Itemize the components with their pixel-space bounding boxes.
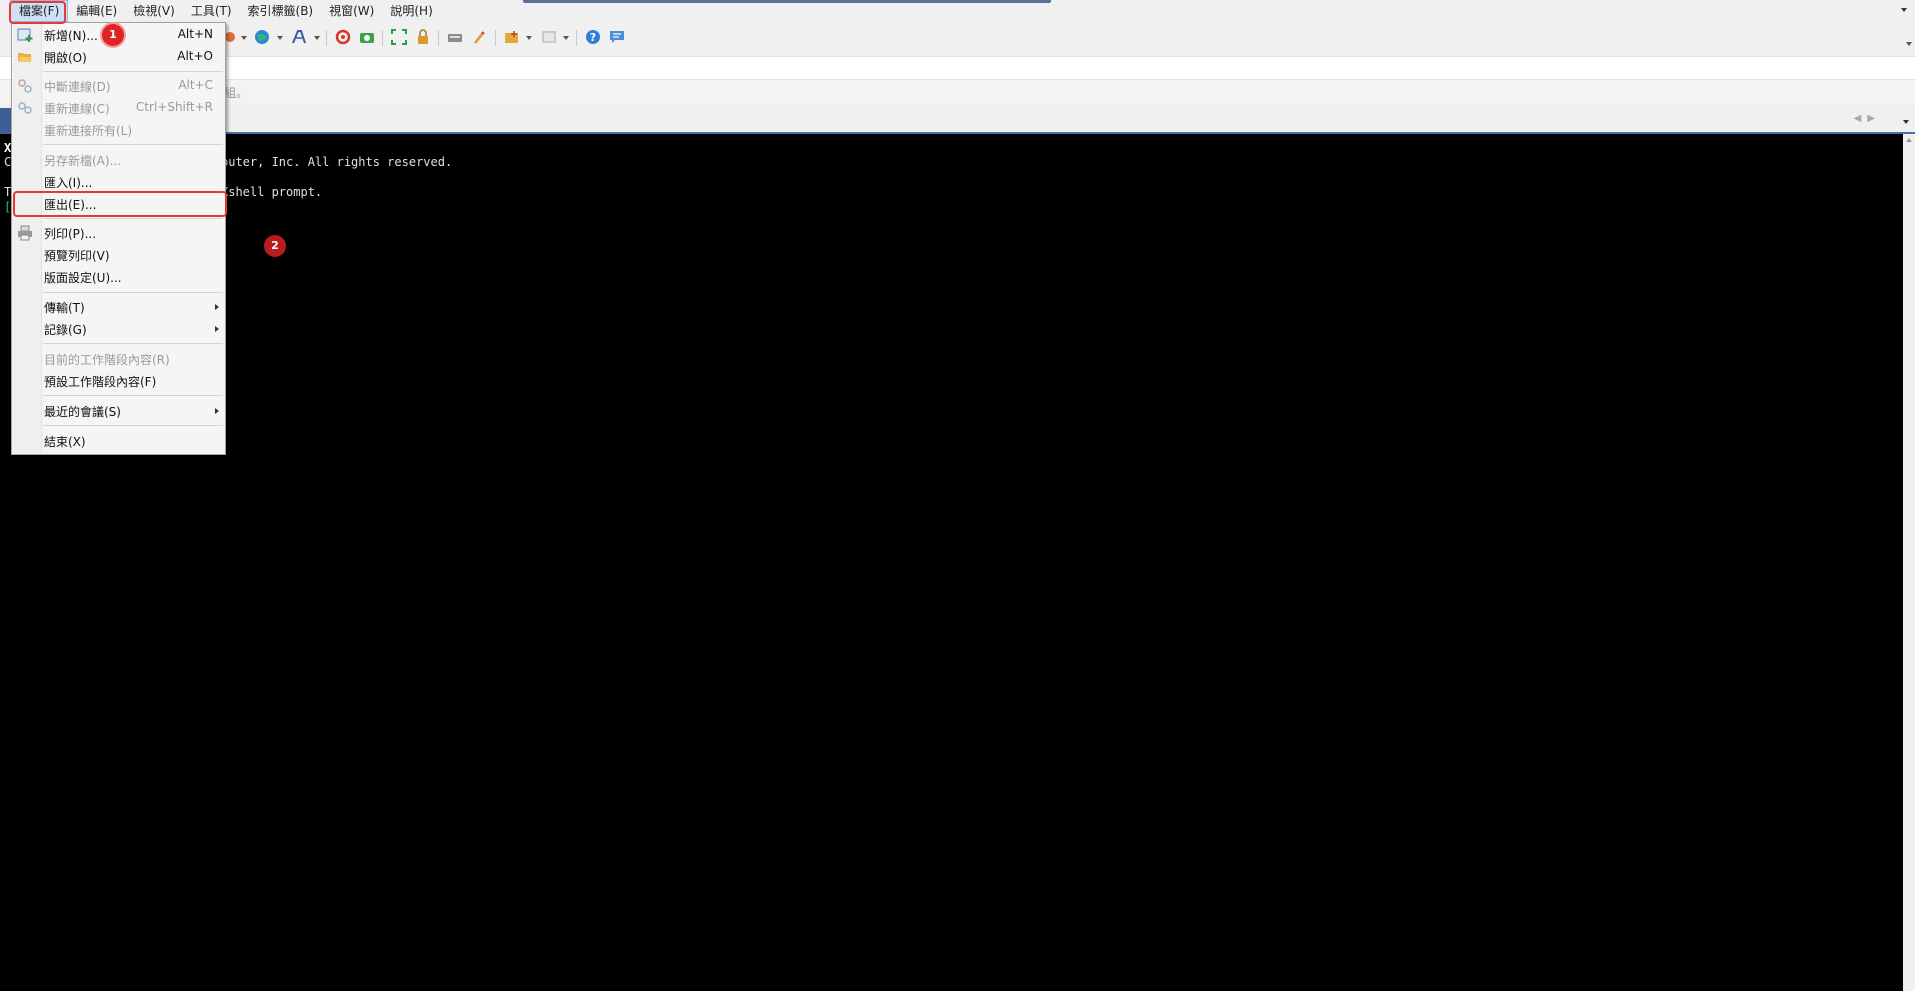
new-session-icon [17,28,33,42]
keyboard-icon[interactable] [447,29,463,45]
globe-dropdown-icon[interactable] [277,36,283,40]
menu-tabs[interactable]: 索引標籤(B) [240,0,322,22]
session-tab-bar [0,108,1915,134]
printer-icon [18,225,32,241]
new-tab-group-icon[interactable] [504,29,520,45]
menu-separator [43,218,223,219]
menu-item-import[interactable]: 匯入(I)... [13,171,224,193]
menu-window[interactable]: 視窗(W) [321,0,382,22]
vertical-scrollbar[interactable] [1903,134,1915,991]
chat-icon[interactable] [609,29,625,45]
highlight-export-item [13,191,227,217]
terminal-line: puter, Inc. All rights reserved. [221,155,453,169]
menu-item-print-preview[interactable]: 預覽列印(V) [13,244,224,266]
hint-text: 組。 [224,86,249,100]
help-icon[interactable]: ? [585,29,601,45]
menu-help[interactable]: 說明(H) [382,0,440,22]
tab-list-dropdown-icon[interactable] [1903,120,1909,124]
menu-bar: 檔案(F) 編輯(E) 檢視(V) 工具(T) 索引標籤(B) 視窗(W) 說明… [0,0,1915,22]
folder-open-icon [18,53,32,62]
menu-item-exit[interactable]: 結束(X) [13,430,224,452]
menu-item-transfer[interactable]: 傳輸(T) [13,296,224,318]
terminal-line: Xshell prompt. [221,185,323,199]
menu-item-default-session-properties[interactable]: 預設工作階段內容(F) [13,370,224,392]
lock-icon[interactable] [415,29,431,45]
font-icon[interactable] [291,29,307,45]
address-bar[interactable] [0,56,1915,80]
submenu-arrow-icon [215,304,219,310]
menu-item-log[interactable]: 記錄(G) [13,318,224,340]
menu-separator [43,292,223,293]
layout-dropdown-icon[interactable] [563,36,569,40]
menu-item-open[interactable]: 開啟(O) Alt+O [13,46,224,68]
globe-icon[interactable] [254,29,270,45]
step-badge-2: 2 [264,235,286,257]
highlight-icon[interactable] [471,29,487,45]
toolbar-overflow-icon[interactable] [1906,42,1912,46]
fullscreen-icon[interactable] [391,29,407,45]
menu-item-save-as[interactable]: 另存新檔(A)... [13,149,224,171]
tab-scroll-arrows-icon[interactable]: ◀▶ [1854,113,1881,124]
menu-separator [43,71,223,72]
hint-bar [0,80,1915,104]
tab-group-dropdown-icon[interactable] [526,36,532,40]
menu-separator [43,144,223,145]
menu-separator [43,395,223,396]
menu-item-recent-sessions[interactable]: 最近的會議(S) [13,400,224,422]
menu-view[interactable]: 檢視(V) [125,0,183,22]
reconnect-icon [18,102,32,114]
terminal-area[interactable] [0,134,1903,991]
menu-item-print[interactable]: 列印(P)... [13,222,224,244]
menu-item-disconnect[interactable]: 中斷連線(D) Alt+C [13,75,224,97]
address-dropdown-icon[interactable] [1901,8,1907,12]
menu-item-current-session-properties[interactable]: 目前的工作階段內容(R) [13,348,224,370]
highlight-file-menu [9,1,66,24]
font-color-dropdown-icon[interactable] [241,36,247,40]
file-menu-dropdown: 新增(N)... Alt+N 開啟(O) Alt+O 中斷連線(D) Alt+C… [11,22,226,455]
disconnect-icon [18,79,32,93]
font-dropdown-icon[interactable] [314,36,320,40]
xagent-icon[interactable] [359,29,375,45]
menu-edit[interactable]: 編輯(E) [68,0,125,22]
svg-text:?: ? [590,31,596,44]
menu-separator [43,425,223,426]
scroll-up-icon[interactable] [1906,138,1912,142]
menu-separator [43,343,223,344]
submenu-arrow-icon [215,326,219,332]
toolbar: ? [0,24,1915,52]
step-badge-1: 1 [102,24,124,46]
menu-item-reconnect-all[interactable]: 重新連接所有(L) [13,119,224,141]
menu-item-page-setup[interactable]: 版面設定(U)... [13,266,224,288]
layout-icon[interactable] [541,29,557,45]
menu-item-reconnect[interactable]: 重新連線(C) Ctrl+Shift+R [13,97,224,119]
xftp-icon[interactable] [335,29,351,45]
submenu-arrow-icon [215,408,219,414]
menu-tools[interactable]: 工具(T) [183,0,240,22]
